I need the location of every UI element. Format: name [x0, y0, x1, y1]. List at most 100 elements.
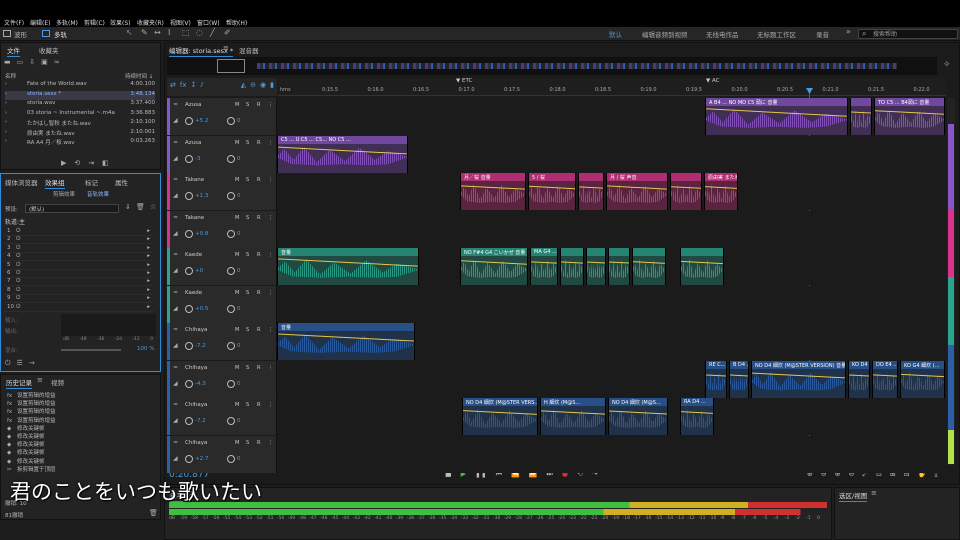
gain-envelope[interactable]: [587, 261, 605, 264]
history-item[interactable]: fx 设置剪辑的增益: [7, 407, 56, 415]
move-tool-icon[interactable]: ↖: [126, 28, 133, 37]
effect-slot[interactable]: 3 ⏻ ▸: [4, 245, 154, 253]
track-header[interactable]: ≈ Kaede M S R ⋮ ◢ +0 0: [167, 248, 277, 285]
mute-button[interactable]: M: [235, 290, 239, 296]
slot-power-icon[interactable]: ⏻: [16, 245, 20, 252]
solo-button[interactable]: S: [246, 140, 249, 146]
file-row[interactable]: › storia.sesx * 3:48.134: [5, 90, 155, 100]
track-header[interactable]: ≈ Chihaya M S R ⋮ ◢ -7.2 0: [167, 323, 277, 360]
slot-menu-arrow-icon[interactable]: ▸: [147, 304, 150, 310]
pan-knob[interactable]: [227, 304, 235, 313]
track-name[interactable]: Azusa: [185, 102, 201, 108]
audio-clip[interactable]: RA D4 ...: [680, 398, 714, 435]
pan-value[interactable]: 0: [237, 268, 241, 274]
gain-envelope[interactable]: [706, 373, 726, 377]
slot-menu-arrow-icon[interactable]: ▸: [147, 245, 150, 251]
audio-clip[interactable]: NO D4 細炊 (M@STER VERSION) 音量: [751, 360, 846, 398]
solo-button[interactable]: S: [246, 365, 249, 371]
tab-video[interactable]: 视频: [51, 377, 64, 387]
waveform-mode-button[interactable]: 波形: [14, 29, 27, 39]
menu-clip[interactable]: 剪辑(C): [84, 18, 105, 27]
gain-envelope[interactable]: [609, 410, 667, 415]
waveform-icon[interactable]: ≈: [54, 58, 60, 68]
tab-favorites[interactable]: 收藏夹: [39, 45, 59, 55]
tab-files[interactable]: 文件: [7, 45, 20, 57]
marquee-tool-icon[interactable]: ⬚: [182, 28, 190, 37]
menu-edit[interactable]: 编辑(E): [30, 18, 50, 27]
track-header[interactable]: ≈ Kaede M S R ⋮ ◢ +0.5 0: [167, 285, 277, 323]
audio-clip[interactable]: MA G4 ...: [530, 248, 558, 285]
audio-clip[interactable]: NO D4 細炊 (M@S...: [608, 398, 668, 435]
effect-slot[interactable]: 4 ⏻ ▸: [4, 253, 154, 262]
audio-clip[interactable]: 5 / 桜: [528, 173, 576, 210]
heal-tool-icon[interactable]: ✐: [224, 28, 231, 37]
panel-menu-icon[interactable]: ≡: [37, 376, 43, 384]
monitor-icon[interactable]: ◉: [260, 81, 266, 93]
apply-icon[interactable]: →: [29, 359, 35, 368]
effect-slot[interactable]: 8 ⏻ ▸: [4, 287, 154, 295]
volume-knob[interactable]: [185, 229, 193, 238]
time-ruler[interactable]: hms 0:15.5 0:16.0 0:16.5 0:17.0 0:17.5 0:18.0 0…: [278, 78, 946, 96]
volume-value[interactable]: +0: [195, 268, 203, 274]
solo-button[interactable]: S: [246, 290, 249, 296]
volume-knob[interactable]: [185, 154, 193, 163]
gain-envelope[interactable]: [541, 410, 605, 415]
save-preset-icon[interactable]: ⇓: [125, 203, 131, 211]
pan-value[interactable]: 0: [237, 343, 241, 349]
process-icon[interactable]: ☰: [17, 359, 23, 368]
pan-knob[interactable]: [227, 417, 235, 425]
track-name[interactable]: Chihaya: [185, 440, 207, 446]
gain-envelope[interactable]: [633, 261, 665, 264]
audio-clip[interactable]: 月／桜 音量: [460, 173, 526, 210]
track-header[interactable]: ≈ Chihaya M S R ⋮ ◢ +2.7 0: [167, 435, 277, 473]
open-file-icon[interactable]: ▭: [17, 58, 24, 68]
tab-media-browser[interactable]: 媒体浏览器: [5, 177, 38, 187]
audio-clip[interactable]: KO D4 ...: [848, 360, 870, 398]
track-menu-icon[interactable]: ⋮: [268, 290, 273, 296]
track-header[interactable]: ≈ Chihaya M S R ⋮ ◢ -4.3 0: [167, 360, 277, 398]
pan-knob[interactable]: [227, 154, 235, 163]
file-row[interactable]: › Fate of the World.wav 4:00.100: [5, 81, 155, 90]
history-item[interactable]: ◆ 修改关键帧: [7, 440, 45, 448]
mute-button[interactable]: M: [235, 140, 239, 146]
track-name[interactable]: Chihaya: [185, 365, 207, 371]
slot-menu-arrow-icon[interactable]: ▸: [147, 270, 150, 276]
slot-power-icon[interactable]: ⏻: [16, 287, 20, 294]
volume-value[interactable]: -4.3: [195, 381, 206, 387]
gain-envelope[interactable]: [607, 185, 667, 190]
track-name[interactable]: Azusa: [185, 140, 201, 146]
record-arm-button[interactable]: R: [257, 102, 260, 108]
audio-clip[interactable]: B D4 ...: [729, 360, 749, 398]
volume-value[interactable]: +1.3: [195, 193, 208, 199]
column-name[interactable]: 名称: [5, 72, 16, 80]
slot-power-icon[interactable]: ⏻: [16, 228, 20, 235]
pan-knob[interactable]: [227, 229, 235, 238]
volume-value[interactable]: +2.7: [195, 456, 208, 462]
track-header[interactable]: ≈ Chihaya M S R ⋮ ◢ -7.2 0: [167, 398, 277, 435]
track-lane[interactable]: C5 ... U C5 ... C5... NO C5 ...: [277, 135, 945, 173]
tab-selection-view[interactable]: 选区/视图: [839, 490, 868, 502]
zoom-fit-icon[interactable]: ✧: [943, 60, 951, 70]
slot-menu-arrow-icon[interactable]: ▸: [147, 253, 150, 259]
brush-tool-icon[interactable]: ╱: [210, 28, 215, 37]
metronome-icon[interactable]: ◭: [241, 81, 246, 93]
multitrack-mode-button[interactable]: 多轨: [54, 29, 67, 39]
record-arm-button[interactable]: R: [257, 365, 260, 371]
pan-value[interactable]: 0: [237, 306, 241, 312]
gain-envelope[interactable]: [278, 146, 407, 154]
track-effects-tab[interactable]: 音轨效果: [87, 190, 109, 198]
volume-value[interactable]: -7.2: [195, 418, 206, 424]
gain-envelope[interactable]: [278, 333, 414, 342]
expand-arrow-icon[interactable]: ›: [5, 119, 7, 125]
history-item[interactable]: ◆ 修改关键帧: [7, 457, 45, 465]
track-header[interactable]: ≈ Azusa M S R ⋮ ◢ +5.2 0: [167, 98, 277, 135]
volume-knob[interactable]: [185, 117, 193, 125]
track-lane[interactable]: [278, 285, 945, 323]
audio-clip[interactable]: NO D4 細炊 (M@STER VERS... 音量: [462, 398, 538, 435]
gain-envelope[interactable]: [579, 186, 603, 189]
mix-value[interactable]: 100 %: [137, 346, 154, 352]
record-arm-button[interactable]: R: [257, 290, 260, 296]
power-icon[interactable]: ⏻: [5, 359, 11, 368]
slot-menu-arrow-icon[interactable]: ▸: [147, 295, 150, 301]
track-menu-icon[interactable]: ⋮: [268, 102, 273, 108]
